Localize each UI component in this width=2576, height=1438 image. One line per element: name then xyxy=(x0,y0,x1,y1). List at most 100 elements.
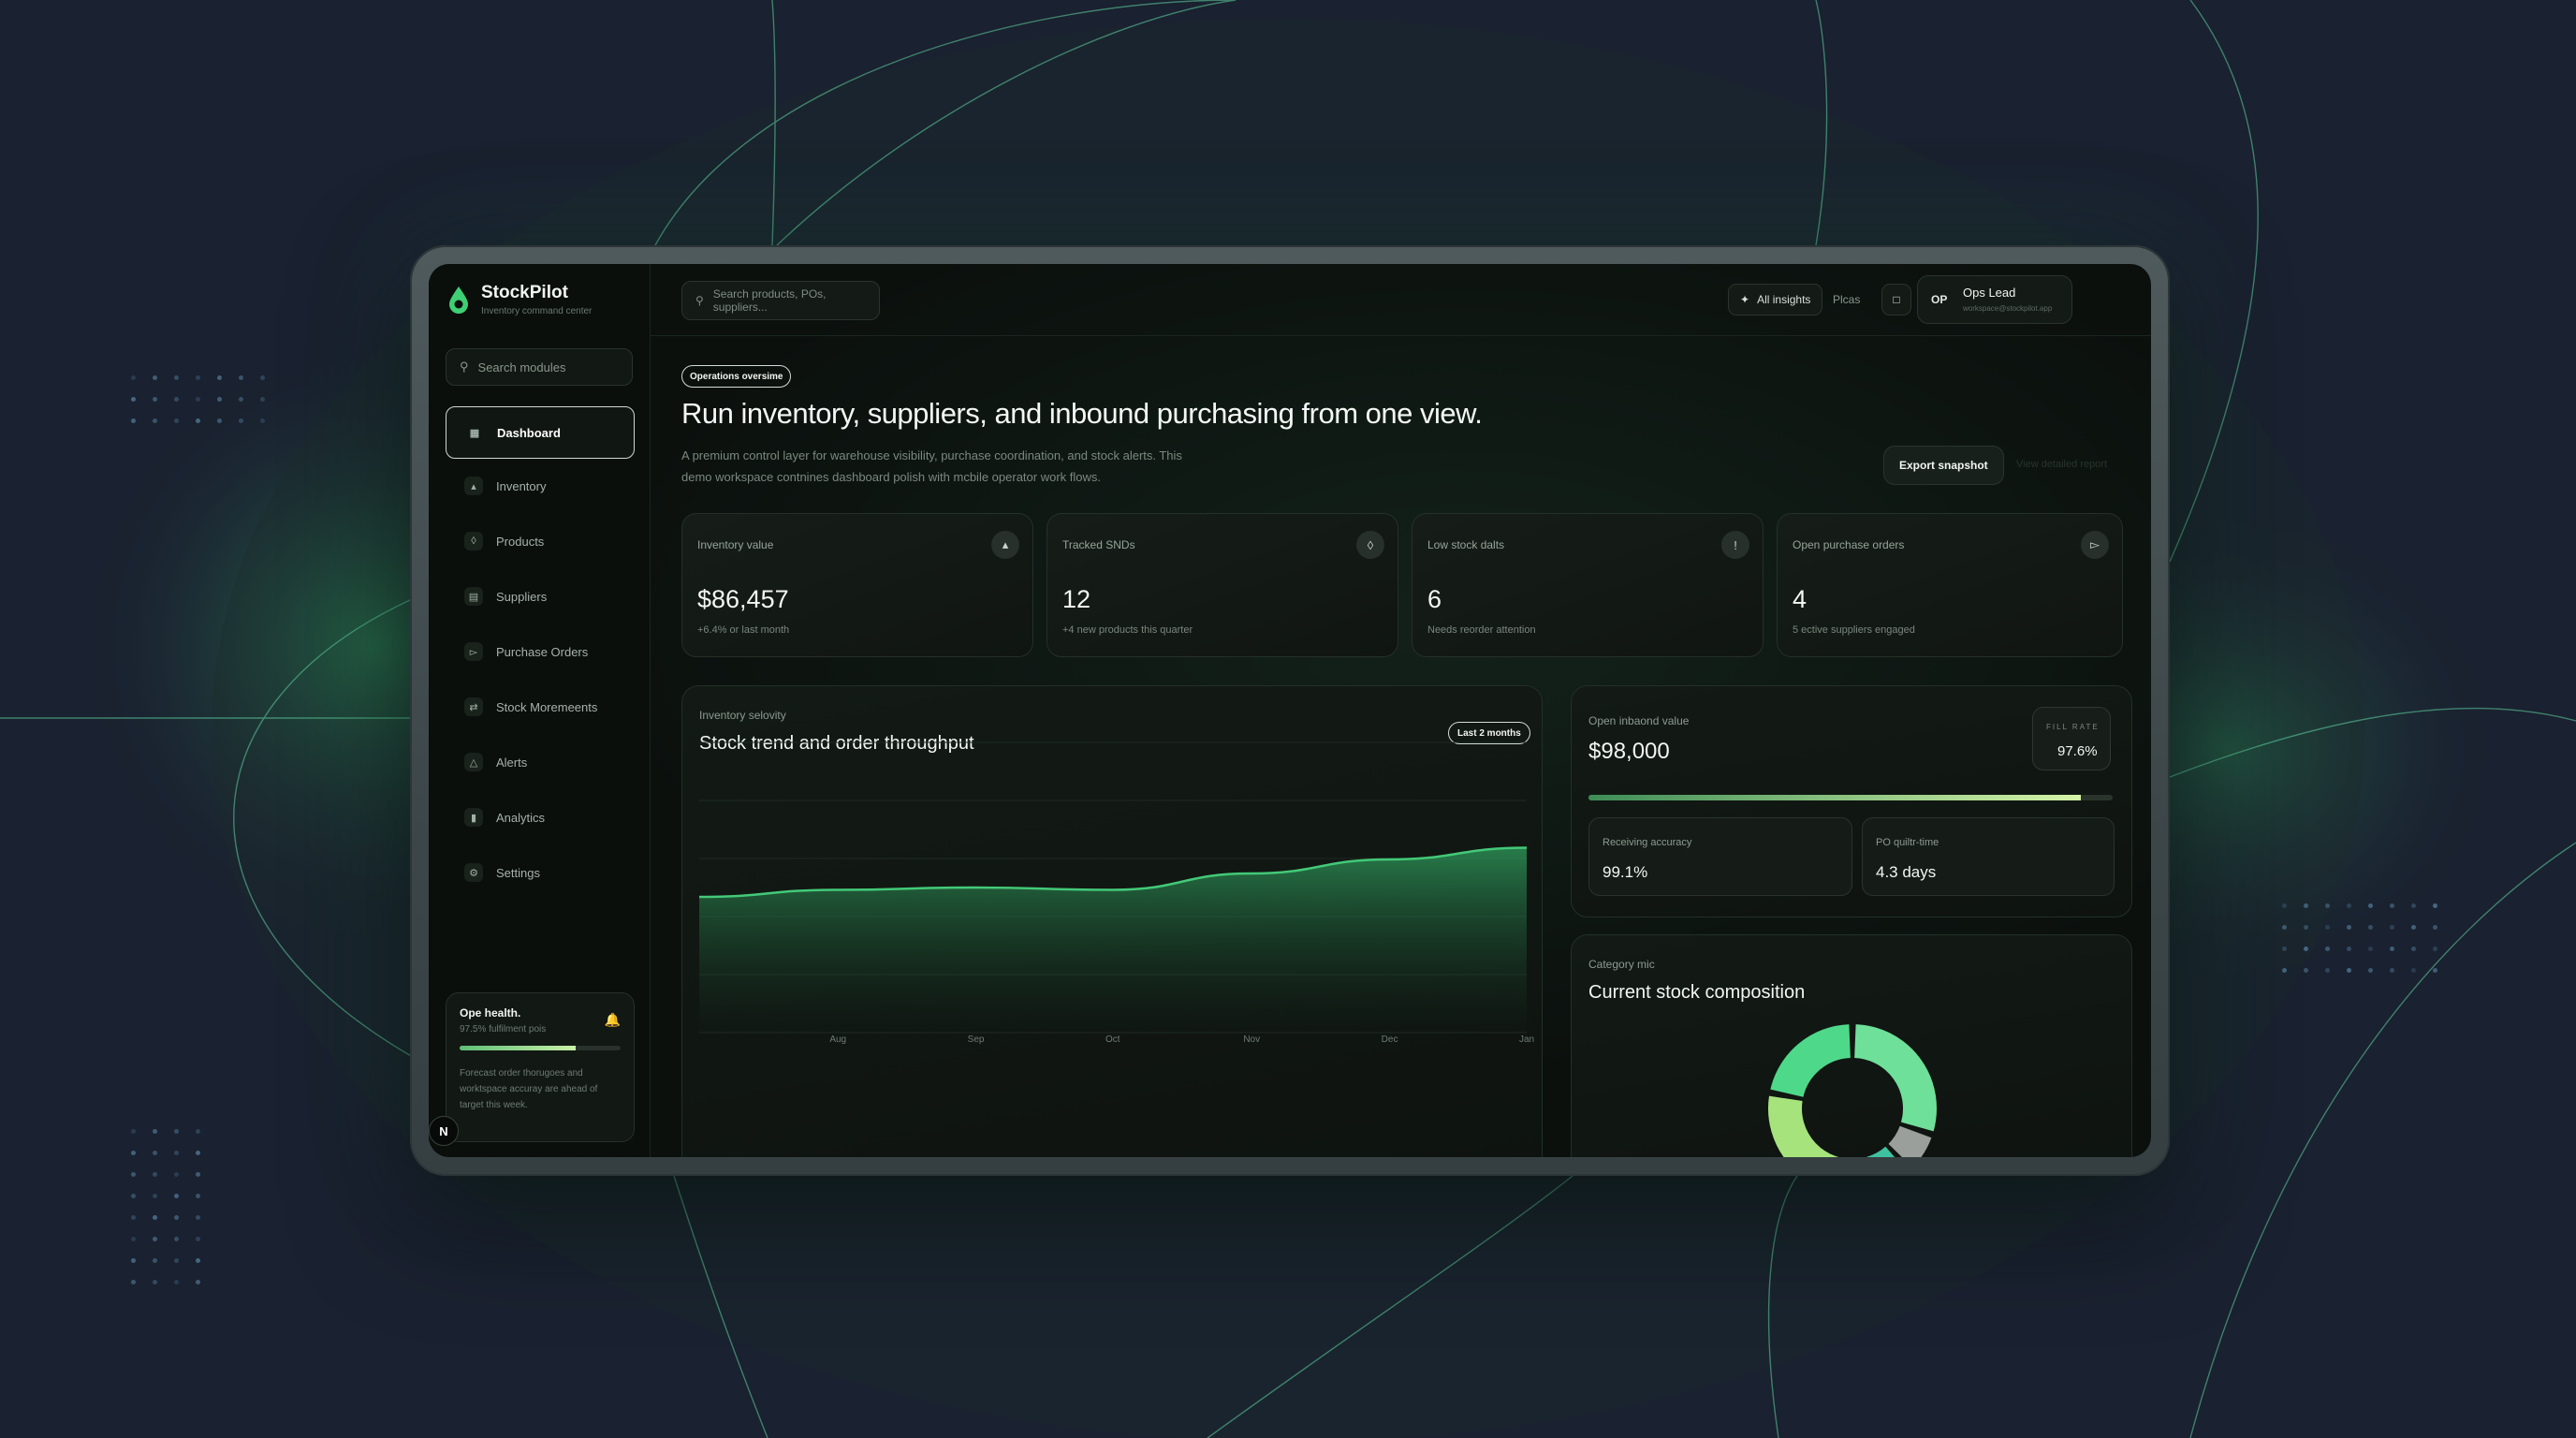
velocity-panel: Inventory selovity Stock trend and order… xyxy=(681,685,1543,1157)
inbound-progress-bar xyxy=(1588,795,2113,800)
dot xyxy=(174,1280,179,1284)
sidebar: StockPilot Inventory command center ⚲ Se… xyxy=(429,264,651,1157)
export-snapshot-button[interactable]: Export snapshot xyxy=(1883,446,2004,485)
receiving-accuracy-card: Receiving accuracy 99.1% xyxy=(1588,817,1852,896)
dot xyxy=(174,418,179,423)
user-menu[interactable]: OP Ops Lead workspace@stockpilot.app xyxy=(1917,275,2072,324)
plans-link[interactable]: Plcas xyxy=(1833,293,1860,306)
donut-slice xyxy=(1853,1024,1937,1132)
dot xyxy=(2411,946,2416,951)
dot xyxy=(131,1151,136,1155)
dot xyxy=(174,1237,179,1241)
dot xyxy=(196,1151,200,1155)
app-screen: StockPilot Inventory command center ⚲ Se… xyxy=(429,264,2151,1157)
dot xyxy=(196,1129,200,1134)
inbound-panel: Open inbaond value $98,000 FILL RATE 97.… xyxy=(1571,685,2132,917)
dot xyxy=(196,1215,200,1220)
dot xyxy=(153,1129,157,1134)
dot xyxy=(2304,968,2308,973)
health-subtitle: 97.5% fulfilment pois xyxy=(460,1024,547,1034)
all-insights-button[interactable]: ✦ All insights xyxy=(1728,284,1823,315)
dot xyxy=(131,418,136,423)
fill-rate-value: 97.6% xyxy=(2057,743,2098,759)
donut-slice xyxy=(1888,1125,1932,1157)
sidebar-item-suppliers[interactable]: ▤ Suppliers xyxy=(446,572,635,621)
x-tick-label: Oct xyxy=(1105,1034,1120,1045)
package-icon: ◊ xyxy=(1356,531,1384,559)
boxes-icon: ▴ xyxy=(991,531,1019,559)
dot xyxy=(2282,968,2287,973)
composition-donut-chart xyxy=(1768,1024,1937,1157)
user-email: workspace@stockpilot.app xyxy=(1963,304,2053,313)
chat-icon: □ xyxy=(1893,293,1900,306)
x-tick-label: Sep xyxy=(968,1034,985,1045)
dot xyxy=(2368,946,2373,951)
sidebar-item-label: Dashboard xyxy=(497,425,561,440)
detailed-report-link[interactable]: View detailed report xyxy=(2016,459,2107,470)
sidebar-item-label: Stock Moremeents xyxy=(496,699,598,714)
messages-button[interactable]: □ xyxy=(1881,284,1911,315)
fill-rate-box: FILL RATE 97.6% xyxy=(2032,707,2111,770)
dot xyxy=(239,418,243,423)
search-icon: ⚲ xyxy=(460,360,469,374)
sidebar-item-alerts[interactable]: △ Alerts xyxy=(446,738,635,786)
dot xyxy=(131,1194,136,1198)
donut-slice xyxy=(1770,1024,1852,1098)
bell-icon[interactable]: 🔔 xyxy=(605,1012,621,1028)
topbar: ⚲ Search products, POs, suppliers... ✦ A… xyxy=(650,264,2151,336)
global-search-input[interactable]: ⚲ Search products, POs, suppliers... xyxy=(681,281,880,320)
avatar[interactable]: N xyxy=(429,1116,459,1146)
stat-value: 4 xyxy=(1793,585,1808,613)
stat-card-tracked-skus[interactable]: Tracked SNDs ◊ 12 +4 new products this q… xyxy=(1046,513,1398,657)
dot-grid-left-bottom xyxy=(131,1121,217,1293)
sidebar-item-purchase-orders[interactable]: ▻ Purchase Orders xyxy=(446,627,635,676)
dot xyxy=(174,1194,179,1198)
dot xyxy=(174,397,179,402)
dot xyxy=(2282,946,2287,951)
dot xyxy=(217,375,222,380)
dot xyxy=(2433,925,2437,930)
dot xyxy=(2304,946,2308,951)
dot xyxy=(2390,903,2394,908)
alert-triangle-icon: △ xyxy=(464,753,483,771)
dot xyxy=(174,1215,179,1220)
dot xyxy=(2368,903,2373,908)
dot xyxy=(260,418,265,423)
dot xyxy=(2325,946,2330,951)
dot xyxy=(153,375,157,380)
dot xyxy=(153,1151,157,1155)
dot xyxy=(153,1172,157,1177)
sidebar-item-settings[interactable]: ⚙ Settings xyxy=(446,848,635,897)
brand[interactable]: StockPilot Inventory command center xyxy=(447,283,592,316)
dot xyxy=(2325,925,2330,930)
module-search-input[interactable]: ⚲ Search modules xyxy=(446,348,633,386)
stat-card-low-stock[interactable]: Low stock dalts ! 6 Needs reorder attent… xyxy=(1412,513,1764,657)
dot-grid-left-top xyxy=(131,367,282,432)
dot-grid-right xyxy=(2282,895,2454,981)
sidebar-item-dashboard[interactable]: ▦ Dashboard xyxy=(446,406,635,459)
inbound-label: Open inbaond value xyxy=(1588,714,1690,727)
dot xyxy=(174,1151,179,1155)
dot xyxy=(2433,968,2437,973)
sidebar-item-inventory[interactable]: ▴ Inventory xyxy=(446,462,635,510)
cart-icon: ▻ xyxy=(464,642,483,661)
main-content: ⚲ Search products, POs, suppliers... ✦ A… xyxy=(650,264,2151,1157)
stat-sub: +4 new products this quarter xyxy=(1062,624,1193,636)
section-badge: Operations oversime xyxy=(681,365,792,388)
dot xyxy=(153,418,157,423)
sidebar-item-analytics[interactable]: ▮ Analytics xyxy=(446,793,635,842)
sidebar-item-label: Inventory xyxy=(496,478,547,493)
stat-value: 12 xyxy=(1062,585,1091,613)
stat-sub: 5 ective suppliers engaged xyxy=(1793,624,1915,636)
health-text: Forecast order thorugoes and worktspace … xyxy=(460,1068,598,1110)
stat-card-open-pos[interactable]: Open purchase orders ▻ 4 5 ective suppli… xyxy=(1777,513,2123,657)
dot xyxy=(2347,925,2351,930)
stat-card-inventory-value[interactable]: Inventory value ▴ $86,457 +6.4% or last … xyxy=(681,513,1033,657)
dot xyxy=(131,1258,136,1263)
sidebar-item-stock-movements[interactable]: ⇄ Stock Moremeents xyxy=(446,682,635,731)
po-quote-time-card: PO quiltr-time 4.3 days xyxy=(1862,817,2115,896)
sidebar-item-products[interactable]: ◊ Products xyxy=(446,517,635,565)
health-title: Ope health. xyxy=(460,1006,521,1020)
dot xyxy=(217,418,222,423)
dot xyxy=(196,418,200,423)
